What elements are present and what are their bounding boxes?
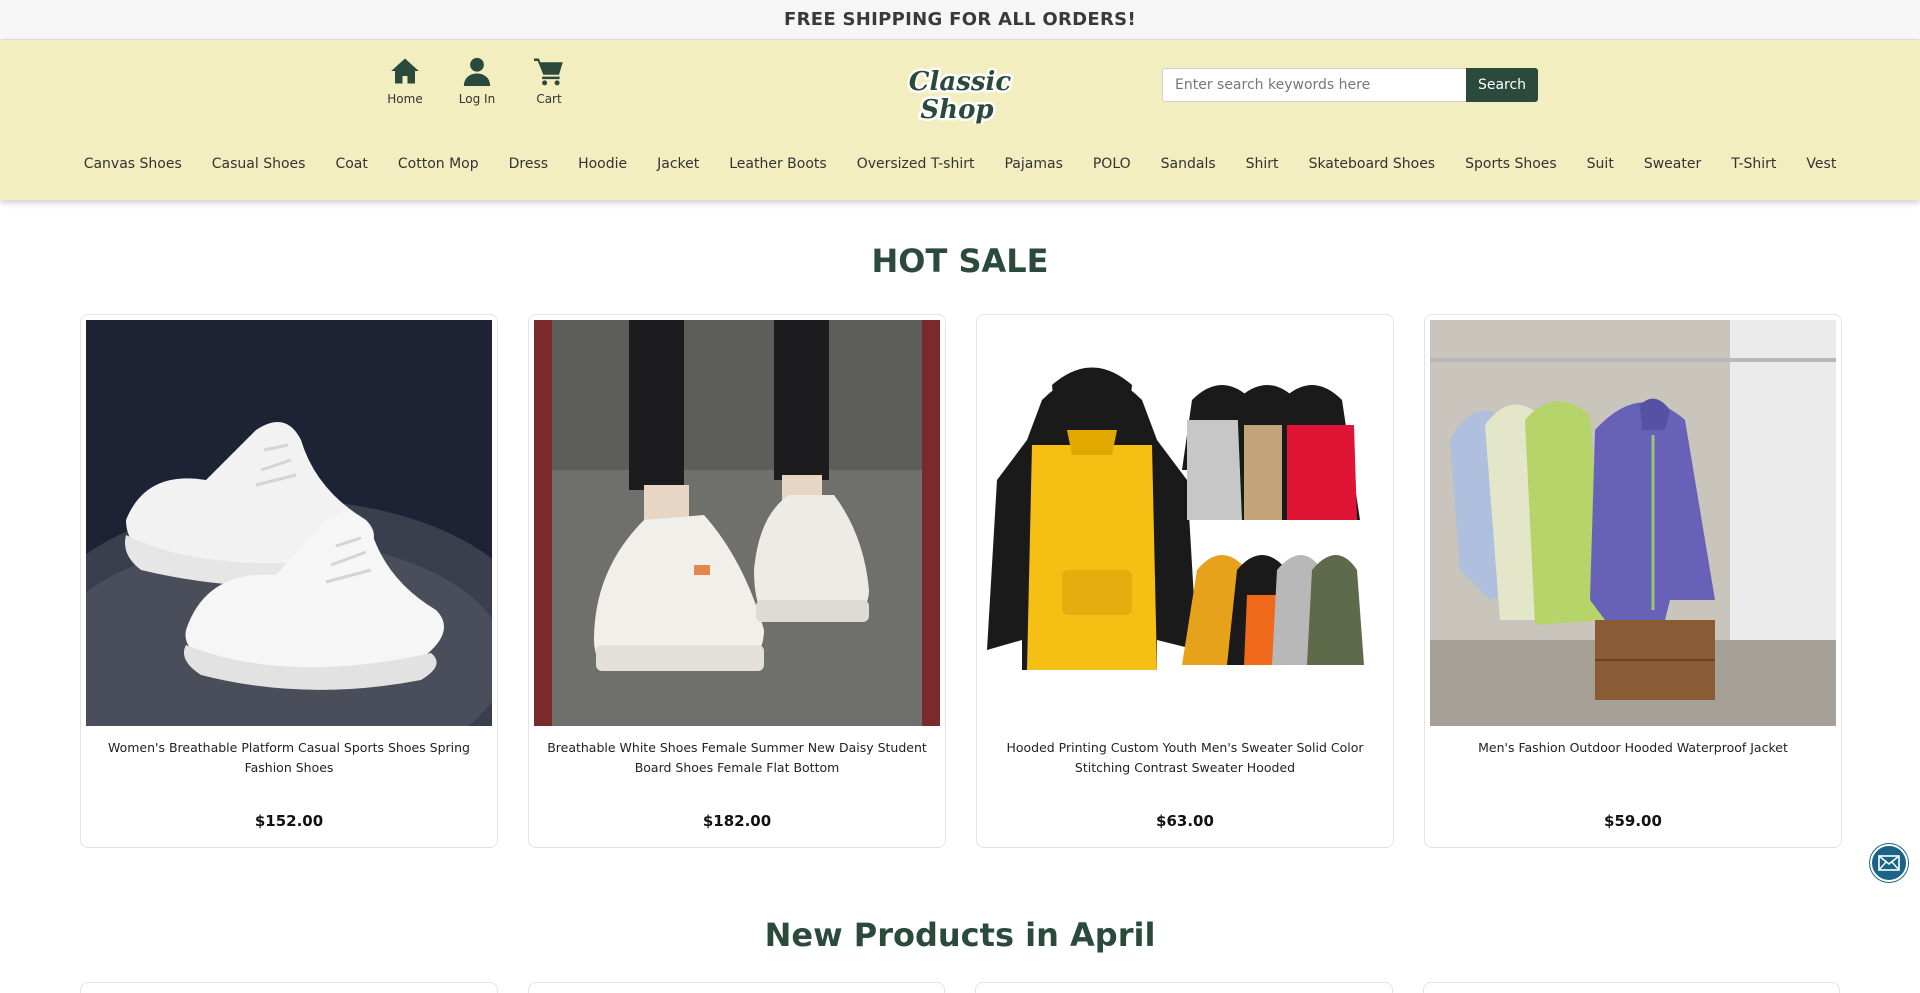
contact-mail-button[interactable] <box>1870 844 1908 882</box>
hot-sale-title: HOT SALE <box>871 242 1049 280</box>
product-card[interactable] <box>80 982 498 993</box>
nav-tshirt[interactable]: T-Shirt <box>1716 156 1791 172</box>
nav-polo[interactable]: POLO <box>1078 156 1146 172</box>
login-link[interactable]: Log In <box>452 56 502 106</box>
hot-sale-grid: Women's Breathable Platform Casual Sport… <box>0 314 1920 848</box>
product-name[interactable]: Women's Breathable Platform Casual Sport… <box>86 726 492 792</box>
product-card[interactable]: Hooded Printing Custom Youth Men's Sweat… <box>976 314 1394 848</box>
cart-link[interactable]: Cart <box>524 56 574 106</box>
user-icon <box>463 57 491 86</box>
search-bar: Search <box>1162 68 1538 102</box>
nav-casual-shoes[interactable]: Casual Shoes <box>197 156 321 172</box>
nav-skateboard-shoes[interactable]: Skateboard Shoes <box>1294 156 1451 172</box>
nav-jacket[interactable]: Jacket <box>642 156 714 172</box>
nav-canvas-shoes[interactable]: Canvas Shoes <box>69 156 197 172</box>
cart-label: Cart <box>536 92 562 106</box>
nav-cotton-mop[interactable]: Cotton Mop <box>383 156 494 172</box>
product-price: $59.00 <box>1604 812 1662 830</box>
nav-coat[interactable]: Coat <box>320 156 382 172</box>
home-icon <box>391 58 419 84</box>
product-card[interactable] <box>527 982 945 993</box>
nav-sandals[interactable]: Sandals <box>1146 156 1231 172</box>
product-price: $63.00 <box>1156 812 1214 830</box>
category-nav: Canvas Shoes Casual Shoes Coat Cotton Mo… <box>0 156 1920 172</box>
nav-vest[interactable]: Vest <box>1791 156 1851 172</box>
nav-dress[interactable]: Dress <box>494 156 563 172</box>
product-image[interactable] <box>86 320 492 726</box>
new-products-title: New Products in April <box>764 916 1156 954</box>
nav-sweater[interactable]: Sweater <box>1629 156 1716 172</box>
nav-leather-boots[interactable]: Leather Boots <box>714 156 841 172</box>
new-products-grid <box>0 982 1920 993</box>
nav-oversized-tshirt[interactable]: Oversized T-shirt <box>842 156 990 172</box>
product-name[interactable]: Hooded Printing Custom Youth Men's Sweat… <box>982 726 1388 792</box>
product-price: $182.00 <box>702 812 772 830</box>
classic-shop-logo[interactable]: Classic Classic Shop Shop <box>905 60 1015 125</box>
product-card[interactable]: Breathable White Shoes Female Summer New… <box>528 314 946 848</box>
product-card[interactable] <box>975 982 1393 993</box>
nav-sports-shoes[interactable]: Sports Shoes <box>1450 156 1572 172</box>
logo-line2: Shop <box>920 95 993 124</box>
nav-shirt[interactable]: Shirt <box>1231 156 1294 172</box>
login-label: Log In <box>458 92 496 106</box>
product-name[interactable]: Breathable White Shoes Female Summer New… <box>534 726 940 792</box>
cart-icon <box>534 58 563 86</box>
nav-pajamas[interactable]: Pajamas <box>989 156 1077 172</box>
nav-hoodie[interactable]: Hoodie <box>563 156 642 172</box>
product-price: $152.00 <box>254 812 324 830</box>
search-button[interactable]: Search <box>1466 68 1538 102</box>
mail-icon <box>1878 855 1900 871</box>
promo-banner: FREE SHIPPING FOR ALL ORDERS! <box>0 0 1920 40</box>
header-icon-nav: Home Log In Cart <box>380 56 574 106</box>
product-name[interactable]: Men's Fashion Outdoor Hooded Waterproof … <box>1472 726 1794 792</box>
product-image[interactable] <box>1430 320 1836 726</box>
search-input[interactable] <box>1162 68 1466 102</box>
product-card[interactable]: Men's Fashion Outdoor Hooded Waterproof … <box>1424 314 1842 848</box>
home-link[interactable]: Home <box>380 56 430 106</box>
home-label: Home <box>387 92 423 106</box>
product-card[interactable]: Women's Breathable Platform Casual Sport… <box>80 314 498 848</box>
nav-suit[interactable]: Suit <box>1572 156 1629 172</box>
product-image[interactable] <box>534 320 940 726</box>
product-image[interactable] <box>982 320 1388 726</box>
product-card[interactable] <box>1422 982 1840 993</box>
site-header: Home Log In Cart Classic Classic Shop Sh… <box>0 40 1920 200</box>
logo-line1: Classic <box>909 67 1012 97</box>
promo-banner-text: FREE SHIPPING FOR ALL ORDERS! <box>784 9 1136 30</box>
